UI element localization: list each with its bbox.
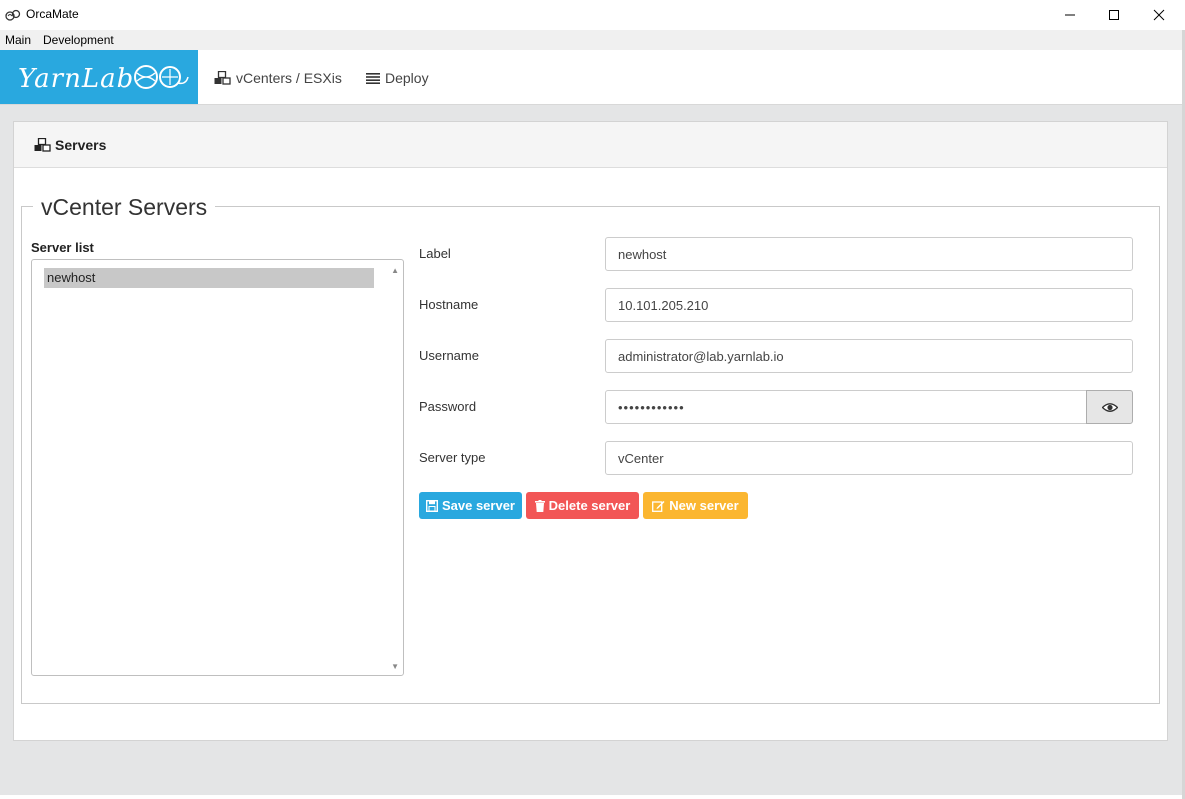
brand-logo[interactable]: YarnLab <box>0 50 198 104</box>
list-icon <box>366 73 380 84</box>
trash-icon <box>534 499 545 512</box>
delete-server-label: Delete server <box>548 498 631 513</box>
maximize-icon <box>1109 10 1119 20</box>
menu-item-development[interactable]: Development <box>43 33 114 47</box>
menu-bar: Main Development <box>0 30 1185 50</box>
nav-link-label: Deploy <box>385 70 429 86</box>
cubes-icon <box>34 138 51 152</box>
minimize-button[interactable] <box>1047 0 1093 30</box>
card-header-label: Servers <box>55 137 107 153</box>
hostname-field-label: Hostname <box>419 297 479 312</box>
nav-link-label: vCenters / ESXis <box>236 70 342 86</box>
card-header-title: Servers <box>34 137 106 153</box>
close-icon <box>1153 9 1165 21</box>
app-logo-icon <box>5 9 21 21</box>
label-input[interactable] <box>605 237 1133 271</box>
card-header: Servers <box>14 122 1167 168</box>
hostname-input[interactable] <box>605 288 1133 322</box>
new-server-button[interactable]: New server <box>643 492 748 519</box>
show-password-button[interactable] <box>1086 390 1133 424</box>
minimize-icon <box>1065 14 1075 16</box>
server-listbox[interactable]: newhost ▲ ▼ <box>31 259 404 676</box>
floppy-disk-icon <box>425 499 438 512</box>
save-server-label: Save server <box>441 498 515 513</box>
label-field-label: Label <box>419 246 451 261</box>
logo-text: YarnLab <box>18 64 134 94</box>
top-navbar: YarnLab vCenters / ESXis Deploy <box>0 50 1185 105</box>
server-list-label: Server list <box>31 240 94 255</box>
server-type-field-label: Server type <box>419 450 486 465</box>
edit-icon <box>652 500 665 512</box>
yarnlab-logo-icon: YarnLab <box>18 64 189 94</box>
eye-icon <box>1101 402 1118 412</box>
list-item[interactable]: newhost <box>44 268 374 288</box>
scroll-up-icon[interactable]: ▲ <box>391 266 399 275</box>
username-field-label: Username <box>419 348 479 363</box>
close-button[interactable] <box>1136 0 1182 30</box>
cubes-icon <box>214 71 231 85</box>
password-input[interactable] <box>605 390 1087 424</box>
password-field-label: Password <box>419 399 477 414</box>
maximize-button[interactable] <box>1091 0 1137 30</box>
delete-server-button[interactable]: Delete server <box>526 492 639 519</box>
scroll-down-icon[interactable]: ▼ <box>391 662 399 671</box>
username-input[interactable] <box>605 339 1133 373</box>
save-server-button[interactable]: Save server <box>419 492 522 519</box>
nav-link-vcenters[interactable]: vCenters / ESXis <box>214 70 342 86</box>
nav-link-deploy[interactable]: Deploy <box>366 70 429 86</box>
fieldset-legend: vCenter Servers <box>33 194 216 221</box>
server-type-input[interactable] <box>605 441 1133 475</box>
menu-item-main[interactable]: Main <box>5 33 31 47</box>
new-server-label: New server <box>669 498 739 513</box>
window-title: OrcaMate <box>26 7 79 21</box>
title-bar: OrcaMate <box>0 0 1185 30</box>
